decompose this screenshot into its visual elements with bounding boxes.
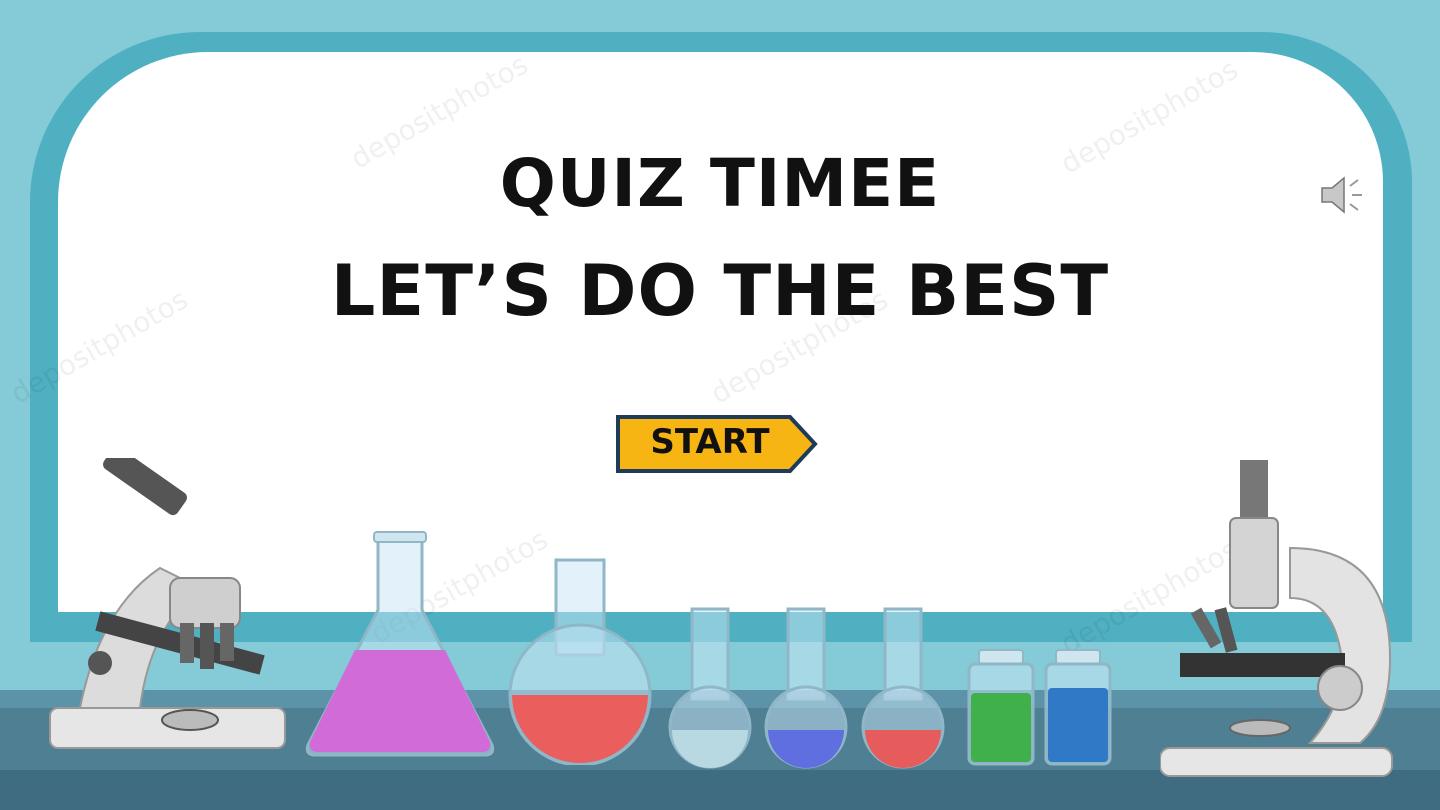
round-flask-red [508,558,652,765]
reagent-bottle-blue [1044,649,1112,766]
microscope-right [1160,460,1393,777]
erlenmeyer-flask-purple [305,531,495,757]
test-tube-blue [764,607,848,769]
test-tube-clear [668,607,752,769]
title-line-1: QUIZ TIMEE [499,145,941,222]
start-button[interactable]: START [615,414,820,474]
test-tube-red [861,607,945,769]
title-line-2: LET’S DO THE BEST [330,250,1110,332]
quiz-slide: depositphotos depositphotos depositphoto… [0,0,1440,810]
speaker-icon[interactable] [1318,172,1370,218]
microscope-left [49,458,286,749]
start-label: START [650,422,770,462]
reagent-bottle-green [967,649,1035,766]
